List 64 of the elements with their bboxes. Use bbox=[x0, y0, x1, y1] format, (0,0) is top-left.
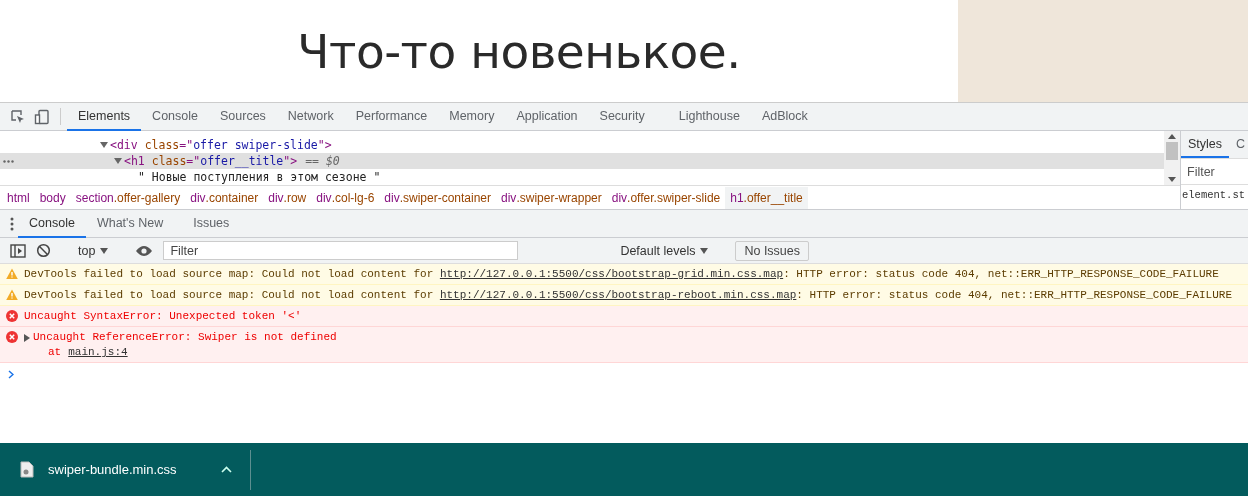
style-rule: element.st bbox=[1181, 188, 1246, 203]
devtools-tab[interactable]: Elements bbox=[67, 103, 142, 131]
dom-text: " Новые поступления в этом сезоне " bbox=[138, 170, 381, 184]
breadcrumb[interactable]: div.row bbox=[263, 186, 312, 209]
dom-node-row[interactable]: <h1 class="offer__title"> == $0 bbox=[0, 153, 1164, 169]
devtools-tab[interactable]: Console bbox=[141, 103, 209, 131]
breadcrumb[interactable]: div.container bbox=[185, 186, 264, 209]
breadcrumb[interactable]: body bbox=[34, 186, 71, 209]
stack-link[interactable]: main.js:4 bbox=[68, 345, 128, 360]
dropdown-caret-icon bbox=[100, 247, 109, 254]
breadcrumb[interactable]: div.swiper-container bbox=[379, 186, 497, 209]
breadcrumb[interactable]: h1.offer__title bbox=[725, 186, 808, 209]
dom-node-row[interactable]: <div class="offer swiper-slide"> bbox=[0, 137, 1164, 153]
message-text: : HTTP error: status code 404, net::ERR_HTTP_RESPONSE_CODE_FAILURE bbox=[783, 267, 1219, 282]
devtools-tab[interactable]: Performance bbox=[344, 103, 439, 131]
caret-down-icon[interactable] bbox=[100, 141, 108, 149]
error-icon bbox=[6, 331, 18, 343]
warning-icon bbox=[6, 268, 18, 280]
file-icon bbox=[20, 461, 34, 478]
devtools-tab[interactable]: Memory bbox=[438, 103, 506, 131]
breadcrumb[interactable]: div.col-lg-6 bbox=[311, 186, 380, 209]
styles-tab[interactable]: C bbox=[1229, 131, 1248, 158]
element-markup: <div class="offer swiper-slide"> bbox=[110, 138, 332, 152]
breadcrumb[interactable]: html bbox=[2, 186, 35, 209]
breadcrumb[interactable]: section.offer-gallery bbox=[70, 186, 186, 209]
warning-icon bbox=[6, 289, 18, 301]
error-icon bbox=[6, 310, 18, 322]
selected-marker: == $0 bbox=[305, 154, 340, 168]
download-item[interactable]: swiper-bundle.min.css bbox=[0, 443, 250, 496]
inspect-icon bbox=[10, 108, 26, 125]
message-text: : HTTP error: status code 404, net::ERR_HTTP_RESPONSE_CODE_FAILURE bbox=[796, 288, 1232, 303]
message-text: Uncaught ReferenceError: Swiper is not defined bbox=[33, 330, 337, 345]
devtools-tab[interactable]: Network bbox=[276, 103, 345, 131]
caret-up-icon[interactable] bbox=[220, 466, 232, 473]
breadcrumb[interactable]: div.swiper-wrapper bbox=[496, 186, 607, 209]
breadcrumb[interactable]: div.offer.swiper-slide bbox=[606, 186, 726, 209]
devtools-tab[interactable]: Lighthouse bbox=[667, 103, 751, 131]
source-link[interactable]: http://127.0.0.1:5500/css/bootstrap-reboot.min.css.map bbox=[439, 288, 797, 303]
scroll-up-icon[interactable] bbox=[1168, 134, 1176, 139]
source-link[interactable]: http://127.0.0.1:5500/css/bootstrap-grid.min.css.map bbox=[439, 267, 784, 282]
caret-down-icon[interactable] bbox=[114, 157, 122, 165]
message-text: DevTools failed to load source map: Could not load content for bbox=[24, 288, 434, 303]
issues-button[interactable]: No Issues bbox=[735, 240, 810, 261]
message-text: Uncaught SyntaxError: Unexpected token '<' bbox=[24, 309, 302, 324]
levels-dropdown[interactable]: Default levels bbox=[614, 243, 715, 258]
dropdown-caret-icon bbox=[700, 247, 709, 254]
prompt-chevron-icon bbox=[8, 369, 14, 379]
message-text: DevTools failed to load source map: Could not load content for bbox=[24, 267, 434, 282]
stack-text: at bbox=[48, 345, 62, 360]
device-icon bbox=[34, 108, 50, 125]
page-heading: Что-то новенькое. bbox=[297, 23, 741, 79]
expand-caret-icon[interactable] bbox=[24, 333, 30, 342]
scrollbar[interactable] bbox=[1164, 131, 1180, 185]
scroll-down-icon[interactable] bbox=[1168, 177, 1176, 182]
devtools-tab[interactable]: Sources bbox=[209, 103, 277, 131]
drawer-tab[interactable]: Issues bbox=[182, 210, 241, 238]
drawer-tab[interactable]: What's New bbox=[85, 210, 175, 238]
devtools-tab[interactable]: AdBlock bbox=[750, 103, 819, 131]
element-markup: <h1 class="offer__title"> bbox=[124, 154, 298, 168]
devtools-tab[interactable]: Security bbox=[588, 103, 656, 131]
devtools-tab[interactable]: Application bbox=[505, 103, 589, 131]
console-filter-field[interactable]: Filter bbox=[163, 241, 519, 260]
more-icon[interactable] bbox=[3, 160, 14, 163]
context-dropdown[interactable]: top bbox=[72, 243, 115, 258]
